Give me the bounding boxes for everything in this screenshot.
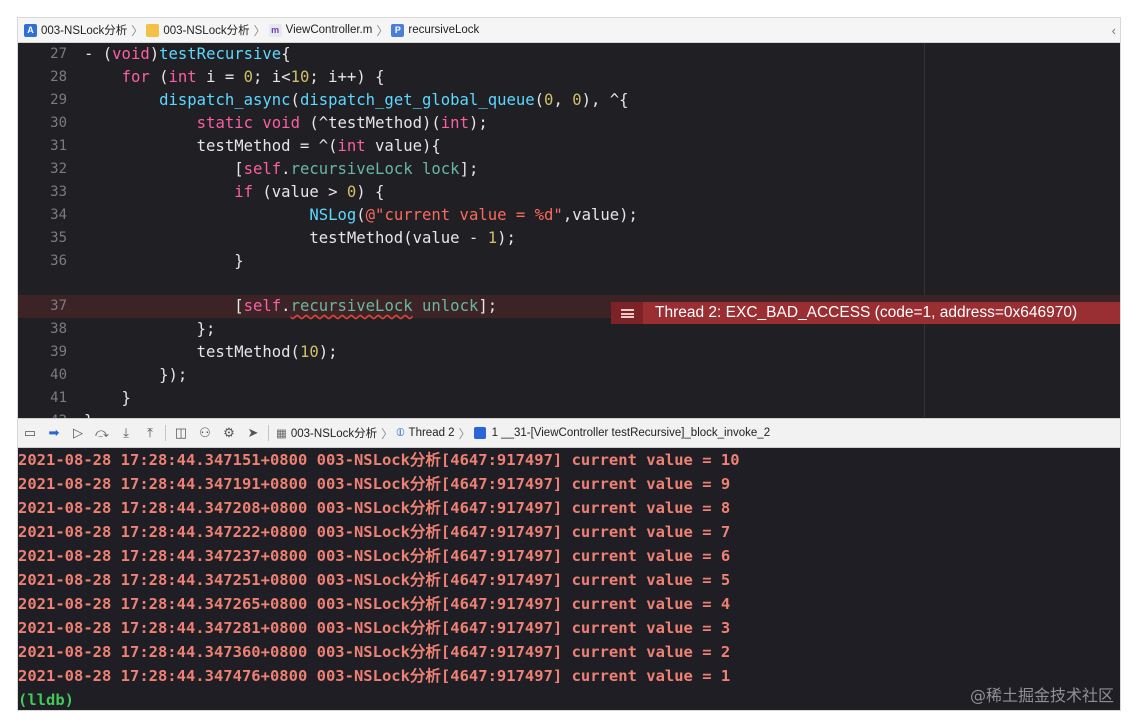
- xcode-project-icon: A: [24, 23, 37, 37]
- console-line: 2021-08-28 17:28:44.347237+0800 003-NSLo…: [18, 547, 731, 565]
- chevron-right-icon: 〉: [131, 23, 144, 38]
- memory-graph-icon[interactable]: ⚇: [193, 422, 217, 444]
- step-into-icon[interactable]: ⤓: [114, 422, 138, 444]
- folder-icon: [146, 23, 160, 37]
- line-number: 31: [50, 138, 67, 154]
- step-over-icon[interactable]: ⤼: [90, 422, 114, 444]
- code-line: 40 });: [18, 364, 1120, 387]
- line-number: 38: [50, 321, 67, 337]
- debug-thread[interactable]: Thread 2: [409, 427, 455, 439]
- code-line: 34 NSLog(@"current value = %d",value);: [18, 204, 1120, 227]
- console-line: 2021-08-28 17:28:44.347281+0800 003-NSLo…: [18, 619, 731, 637]
- thread-icon: ⦶: [396, 426, 405, 439]
- hide-debug-area-icon[interactable]: ▭: [18, 422, 42, 444]
- continue-icon[interactable]: ▷: [66, 422, 90, 444]
- line-number: 36: [50, 253, 67, 269]
- console-line: 2021-08-28 17:28:44.347222+0800 003-NSLo…: [18, 523, 731, 541]
- crumb-group[interactable]: 003-NSLock分析: [146, 18, 250, 42]
- crumb-symbol[interactable]: P recursiveLock: [391, 18, 479, 42]
- crumb-group-label: 003-NSLock分析: [163, 25, 250, 37]
- code-line: 39 testMethod(10);: [18, 341, 1120, 364]
- crumb-file-label: ViewController.m: [285, 24, 373, 36]
- code-line: 32 [self.recursiveLock lock];: [18, 158, 1120, 181]
- debug-stack-frame[interactable]: 1 __31-[ViewController testRecursive]_bl…: [492, 427, 771, 439]
- line-number: 39: [50, 344, 67, 360]
- line-number: 41: [50, 390, 67, 406]
- console-line: 2021-08-28 17:28:44.347208+0800 003-NSLo…: [18, 499, 731, 517]
- code-line: 27- (void)testRecursive{: [18, 43, 1120, 66]
- process-icon: ▦: [276, 428, 287, 440]
- code-line: 31 testMethod = ^(int value){: [18, 135, 1120, 158]
- error-banner[interactable]: Thread 2: EXC_BAD_ACCESS (code=1, addres…: [611, 302, 1120, 324]
- line-number: 27: [50, 46, 67, 62]
- code-line: 28 for (int i = 0; i<10; i++) {: [18, 66, 1120, 89]
- code-line: 35 testMethod(value - 1);: [18, 227, 1120, 250]
- environment-overrides-icon[interactable]: ⚙: [217, 422, 241, 444]
- console-line: 2021-08-28 17:28:44.347360+0800 003-NSLo…: [18, 643, 731, 661]
- debug-process[interactable]: 003-NSLock分析: [291, 425, 377, 441]
- line-number: 29: [50, 92, 67, 108]
- back-arrow-icon[interactable]: ‹: [1112, 23, 1116, 38]
- divider: [268, 425, 269, 441]
- error-menu-icon[interactable]: [611, 302, 643, 324]
- crumb-project[interactable]: A 003-NSLock分析: [18, 18, 127, 42]
- code-line: 42}: [18, 410, 1120, 430]
- location-icon[interactable]: ➤: [241, 422, 265, 444]
- lldb-prompt[interactable]: (lldb): [18, 688, 74, 710]
- console-line: 2021-08-28 17:28:44.347265+0800 003-NSLo…: [18, 595, 731, 613]
- view-hierarchy-icon[interactable]: ◫: [169, 422, 193, 444]
- error-message: Thread 2: EXC_BAD_ACCESS (code=1, addres…: [655, 304, 1078, 321]
- console-line: 2021-08-28 17:28:44.347151+0800 003-NSLo…: [18, 451, 740, 469]
- code-line: 41 }: [18, 387, 1120, 410]
- property-icon: P: [391, 23, 405, 37]
- watermark: @稀土掘金技术社区: [969, 686, 1114, 705]
- crumb-file[interactable]: m ViewController.m: [268, 18, 373, 42]
- debug-console[interactable]: 2021-08-28 17:28:44.347151+0800 003-NSLo…: [18, 448, 1120, 710]
- chevron-right-icon: 〉: [381, 426, 394, 441]
- line-number: 37: [50, 298, 67, 314]
- chevron-right-icon: 〉: [376, 23, 389, 38]
- console-line: 2021-08-28 17:28:44.347191+0800 003-NSLo…: [18, 475, 731, 493]
- jump-bar: A 003-NSLock分析 〉 003-NSLock分析 〉 m ViewCo…: [18, 18, 1120, 43]
- code-line: 30 static void (^testMethod)(int);: [18, 112, 1120, 135]
- console-line: 2021-08-28 17:28:44.347476+0800 003-NSLo…: [18, 667, 731, 685]
- console-line: 2021-08-28 17:28:44.347251+0800 003-NSLo…: [18, 571, 731, 589]
- stack-frame-icon: [473, 427, 486, 439]
- line-number: 30: [50, 115, 67, 131]
- chevron-right-icon: 〉: [458, 426, 471, 441]
- objc-file-icon: m: [268, 23, 282, 37]
- line-number: 40: [50, 367, 67, 383]
- code-line: 29 dispatch_async(dispatch_get_global_qu…: [18, 89, 1120, 112]
- line-number: 35: [50, 230, 67, 246]
- line-number: 33: [50, 184, 67, 200]
- code-line: 36: [18, 273, 1120, 296]
- step-out-icon[interactable]: ⤒: [138, 422, 162, 444]
- code-line: 36 }: [18, 250, 1120, 273]
- line-number: 28: [50, 69, 67, 85]
- chevron-right-icon: 〉: [253, 23, 266, 38]
- line-number: 32: [50, 161, 67, 177]
- code-line: 33 if (value > 0) {: [18, 181, 1120, 204]
- xcode-window: A 003-NSLock分析 〉 003-NSLock分析 〉 m ViewCo…: [18, 18, 1120, 710]
- crumb-symbol-label: recursiveLock: [408, 24, 480, 36]
- line-number: 34: [50, 207, 67, 223]
- breakpoints-toggle-icon[interactable]: ➡: [42, 422, 66, 444]
- code-editor[interactable]: 27- (void)testRecursive{ 28 for (int i =…: [18, 43, 1120, 430]
- debug-bar: ▭ ➡ ▷ ⤼ ⤓ ⤒ ◫ ⚇ ⚙ ➤ ▦ 003-NSLock分析 〉 ⦶ T…: [18, 418, 1120, 448]
- crumb-project-label: 003-NSLock分析: [41, 25, 128, 37]
- nav-arrows: ‹: [1112, 18, 1116, 42]
- divider: [165, 425, 166, 441]
